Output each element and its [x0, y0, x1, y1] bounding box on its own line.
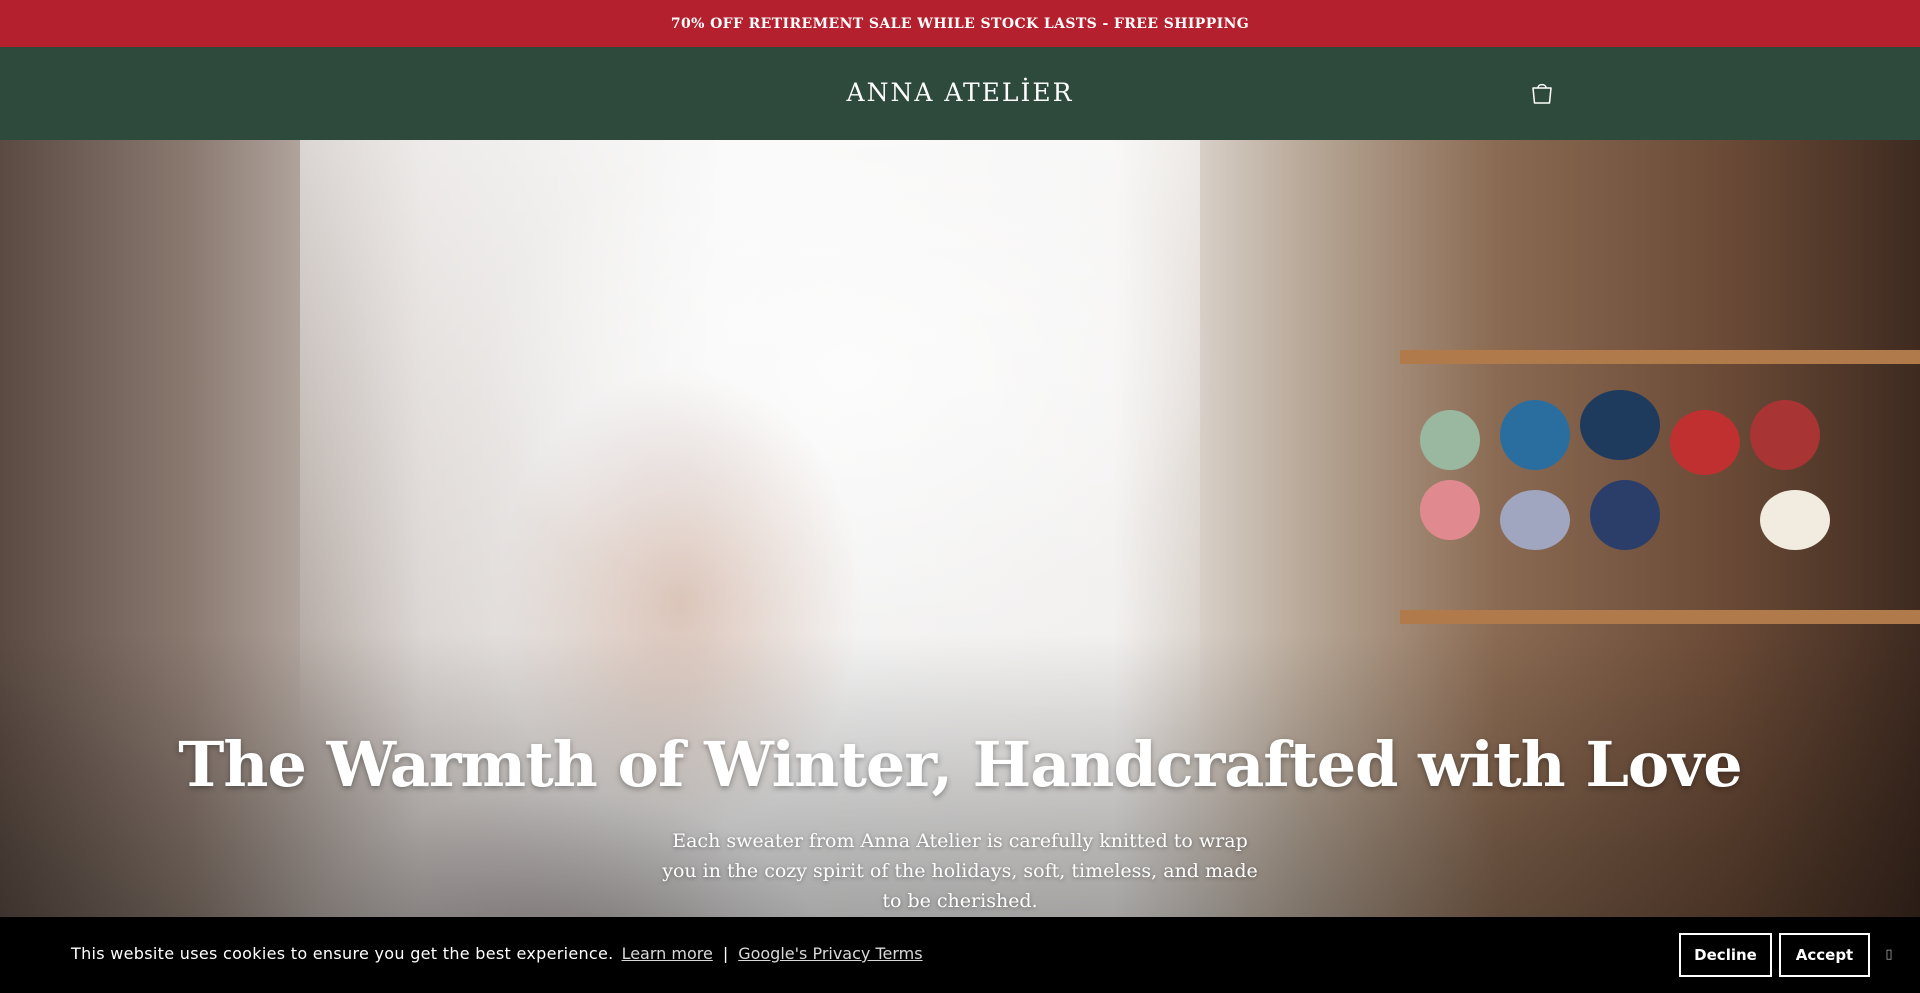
- privacy-terms-link[interactable]: Google's Privacy Terms: [738, 944, 922, 963]
- yarn-ball: [1580, 390, 1660, 460]
- cookie-banner: This website uses cookies to ensure you …: [0, 917, 1920, 993]
- decline-button[interactable]: Decline: [1679, 933, 1772, 977]
- announcement-text: 70% OFF RETIREMENT SALE WHILE STOCK LAST…: [670, 15, 1250, 32]
- cookie-message: This website uses cookies to ensure you …: [71, 944, 614, 963]
- announcement-bar: 70% OFF RETIREMENT SALE WHILE STOCK LAST…: [0, 0, 1920, 47]
- cart-icon[interactable]: [1530, 80, 1554, 106]
- yarn-ball: [1760, 490, 1830, 550]
- hero-title: The Warmth of Winter, Handcrafted with L…: [178, 728, 1743, 801]
- shelf: [1400, 610, 1920, 624]
- cookie-message-row: This website uses cookies to ensure you …: [71, 944, 923, 963]
- hero-banner: The Warmth of Winter, Handcrafted with L…: [0, 140, 1920, 993]
- yarn-ball: [1500, 400, 1570, 470]
- yarn-ball: [1590, 480, 1660, 550]
- yarn-ball: [1420, 410, 1480, 470]
- close-icon[interactable]: ▯: [1882, 943, 1896, 965]
- yarn-ball: [1500, 490, 1570, 550]
- yarn-ball: [1670, 410, 1740, 475]
- yarn-ball: [1750, 400, 1820, 470]
- accept-button[interactable]: Accept: [1779, 933, 1870, 977]
- yarn-ball: [1420, 480, 1480, 540]
- link-separator: |: [722, 944, 729, 963]
- site-header: ANNA ATELİER: [0, 47, 1920, 140]
- shelf: [1400, 350, 1920, 364]
- site-logo[interactable]: ANNA ATELİER: [0, 78, 1920, 107]
- hero-subtitle: Each sweater from Anna Atelier is carefu…: [662, 830, 1258, 912]
- learn-more-link[interactable]: Learn more: [622, 944, 713, 963]
